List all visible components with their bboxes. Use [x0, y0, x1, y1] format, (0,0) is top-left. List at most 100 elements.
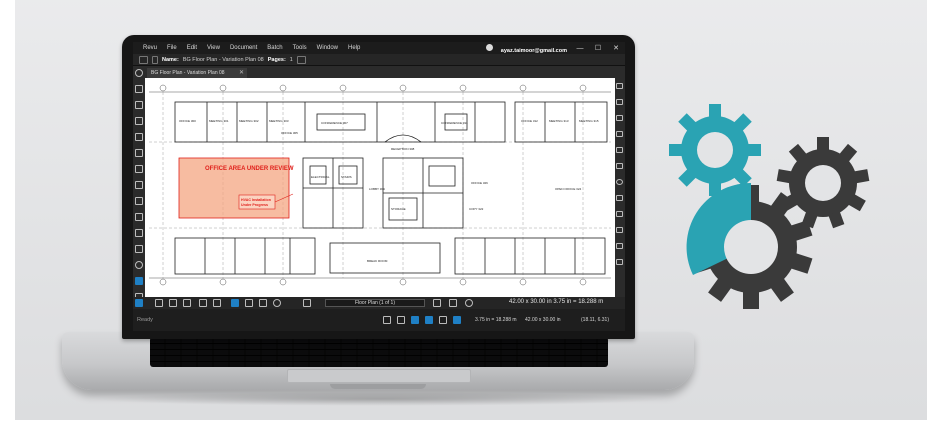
status-ready: Ready — [137, 317, 153, 323]
cloud-icon[interactable] — [616, 211, 623, 217]
room-label: MEETING 313 — [549, 119, 569, 123]
line-icon[interactable] — [616, 83, 623, 89]
dimension-icon[interactable] — [616, 147, 623, 153]
room-label: BREAK ROOM — [367, 259, 388, 263]
next-page-icon[interactable] — [433, 299, 441, 307]
name-value: BG Floor Plan - Variation Plan 08 — [182, 56, 264, 63]
last-page-icon[interactable] — [449, 299, 457, 307]
room-label: CONFERENCE 311 — [441, 121, 468, 125]
menu-help[interactable]: Help — [348, 45, 360, 51]
room-label: OFFICE 300 — [179, 119, 196, 123]
content-snap-icon[interactable] — [411, 316, 419, 324]
room-label: MEETING 315 — [579, 119, 599, 123]
first-page-icon[interactable] — [303, 299, 311, 307]
room-label: MEETING 303 — [269, 119, 289, 123]
highlight-icon[interactable] — [616, 227, 623, 233]
laptop-notch — [330, 384, 426, 389]
measure-length-icon[interactable] — [616, 243, 623, 249]
room-label: MEETING 301 — [209, 119, 229, 123]
properties-icon[interactable] — [135, 197, 143, 205]
measurements-icon[interactable] — [135, 165, 143, 173]
menu-edit[interactable]: Edit — [187, 45, 197, 51]
name-label: Name: — [162, 56, 179, 63]
room-label: STORAGE — [391, 207, 406, 211]
layers-icon[interactable] — [135, 101, 143, 109]
pan-hand-icon[interactable] — [231, 299, 239, 307]
bookmarks-icon[interactable] — [135, 117, 143, 125]
list-icon[interactable] — [135, 299, 143, 307]
page-navigator[interactable]: Floor Plan (1 of 1) — [325, 299, 425, 307]
measure-area-icon[interactable] — [616, 259, 623, 265]
laptop-trackpad — [287, 369, 471, 383]
tab-title: BG Floor Plan - Variation Plan 08 — [151, 70, 225, 76]
menu-revu[interactable]: Revu — [143, 45, 157, 51]
app-window: Revu File Edit View Document Batch Tools… — [133, 42, 625, 331]
menu-document[interactable]: Document — [230, 45, 257, 51]
room-label: OFFICE 326 — [471, 181, 488, 185]
tool-chest-icon[interactable] — [135, 181, 143, 189]
refresh-icon[interactable] — [465, 299, 473, 307]
links-icon[interactable] — [135, 213, 143, 221]
split-vertical-icon[interactable] — [169, 299, 177, 307]
room-label: RECEPTION 308 — [391, 147, 415, 151]
room-label: MEETING 302 — [239, 119, 259, 123]
menu-file[interactable]: File — [167, 45, 177, 51]
document-icon[interactable] — [139, 55, 148, 64]
gear-dark-icon — [776, 137, 870, 229]
page-dimensions: 42.00 x 30.00 in 3.75 in = 18.288 m — [509, 299, 604, 305]
ellipse-icon[interactable] — [616, 179, 623, 185]
menu-tools[interactable]: Tools — [293, 45, 307, 51]
tab-close-icon[interactable]: ✕ — [239, 69, 244, 76]
settings-icon[interactable] — [135, 261, 143, 269]
room-label: LOBBY 309 — [369, 187, 385, 191]
snap-icon[interactable] — [397, 316, 405, 324]
chevron-down-icon[interactable] — [152, 55, 158, 64]
sync-view-icon[interactable] — [453, 316, 461, 324]
arrow-icon[interactable] — [616, 99, 623, 105]
pages-label: Pages: — [267, 56, 286, 63]
split-horizontal-icon[interactable] — [183, 299, 191, 307]
signatures-icon[interactable] — [135, 133, 143, 141]
properties-bar: Name: BG Floor Plan - Variation Plan 08 … — [133, 54, 625, 66]
spaces-icon[interactable] — [135, 229, 143, 237]
menu-view[interactable]: View — [207, 45, 220, 51]
menu-window[interactable]: Window — [317, 45, 338, 51]
polyline-icon[interactable] — [616, 131, 623, 137]
right-panel-tools — [615, 66, 625, 313]
user-icon — [486, 44, 494, 52]
room-label: CONFERENCE 307 — [321, 121, 348, 125]
markup-snap-icon[interactable] — [425, 316, 433, 324]
tab-bar: BG Floor Plan - Variation Plan 08 ✕ — [145, 67, 615, 78]
coordinates-readout: (18.11, 6.31) — [581, 317, 609, 323]
minimize-button[interactable]: — — [575, 45, 585, 52]
select-icon[interactable] — [245, 299, 253, 307]
document-tab[interactable]: BG Floor Plan - Variation Plan 08 ✕ — [147, 68, 247, 78]
single-view-icon[interactable] — [155, 299, 163, 307]
room-label: COPY 322 — [469, 207, 484, 211]
text-select-icon[interactable] — [259, 299, 267, 307]
room-label: OPEN OFFICE 324 — [555, 187, 582, 191]
zoom-icon[interactable] — [273, 299, 281, 307]
arc-icon[interactable] — [616, 115, 623, 121]
grid-icon[interactable] — [383, 316, 391, 324]
gear-large-icon — [686, 182, 813, 309]
callout-line-1: HVAC Installation — [241, 198, 271, 202]
search-icon[interactable] — [135, 69, 143, 77]
polygon-icon[interactable] — [616, 195, 623, 201]
floor-plan-drawing: OFFICE 300 MEETING 301 MEETING 302 MEETI… — [149, 84, 611, 286]
file-access-icon[interactable] — [135, 245, 143, 253]
close-window-button[interactable]: ✕ — [611, 44, 621, 52]
page-icon[interactable] — [296, 55, 306, 64]
reuse-icon[interactable] — [439, 316, 447, 324]
menu-bar: Revu File Edit View Document Batch Tools… — [133, 42, 625, 54]
drawing-canvas[interactable]: OFFICE 300 MEETING 301 MEETING 302 MEETI… — [145, 78, 615, 297]
sync-icon[interactable] — [199, 299, 207, 307]
studio-icon[interactable] — [135, 277, 143, 285]
maximize-button[interactable]: ☐ — [593, 44, 603, 52]
markups-icon[interactable] — [135, 149, 143, 157]
thumbnails-icon[interactable] — [135, 85, 143, 93]
compare-icon[interactable] — [213, 299, 221, 307]
menu-right: ayaz.taimoor@gmail.com — ☐ ✕ — [486, 42, 621, 54]
rectangle-icon[interactable] — [616, 163, 623, 169]
menu-batch[interactable]: Batch — [267, 45, 282, 51]
